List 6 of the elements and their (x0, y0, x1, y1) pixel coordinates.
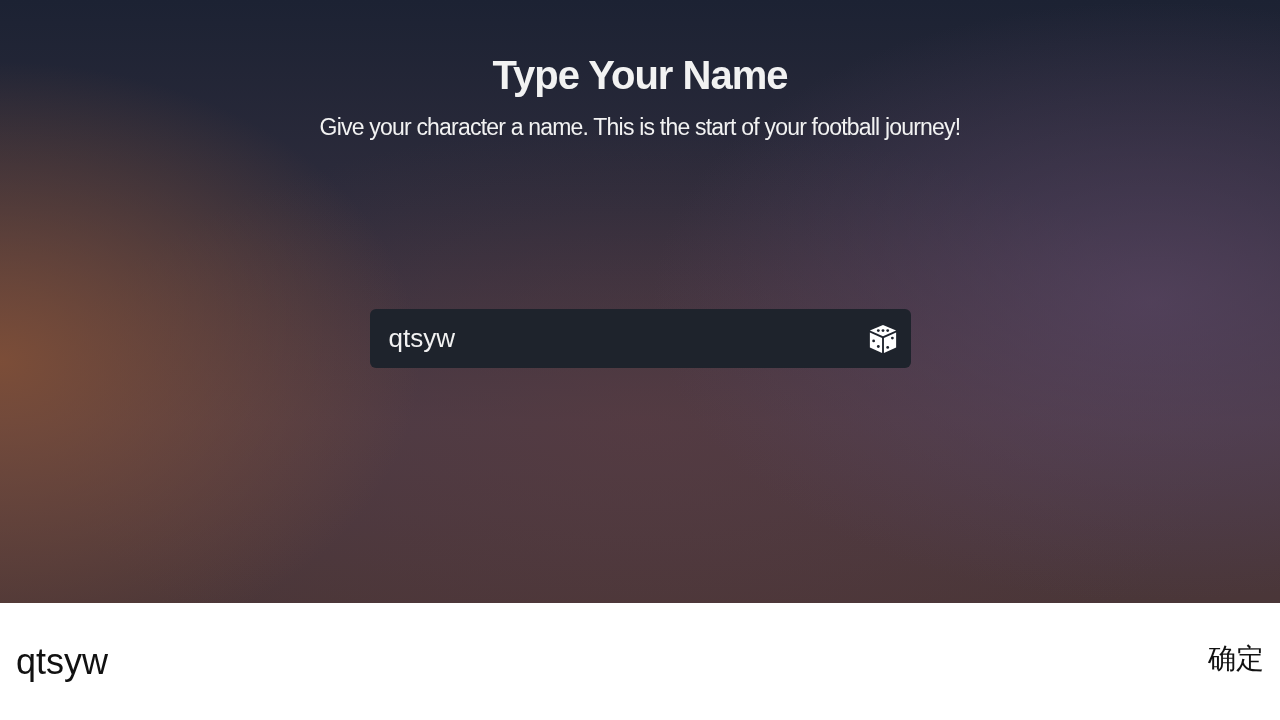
typed-text: qtsyw (16, 640, 109, 683)
dice-icon[interactable] (867, 322, 898, 355)
screen-title: Type Your Name (492, 52, 788, 98)
screen-subtitle: Give your character a name. This is the start of your football journey! (319, 113, 961, 142)
name-input-field[interactable]: qtsyw (369, 309, 911, 368)
confirm-button[interactable]: 确定 (1208, 639, 1264, 678)
